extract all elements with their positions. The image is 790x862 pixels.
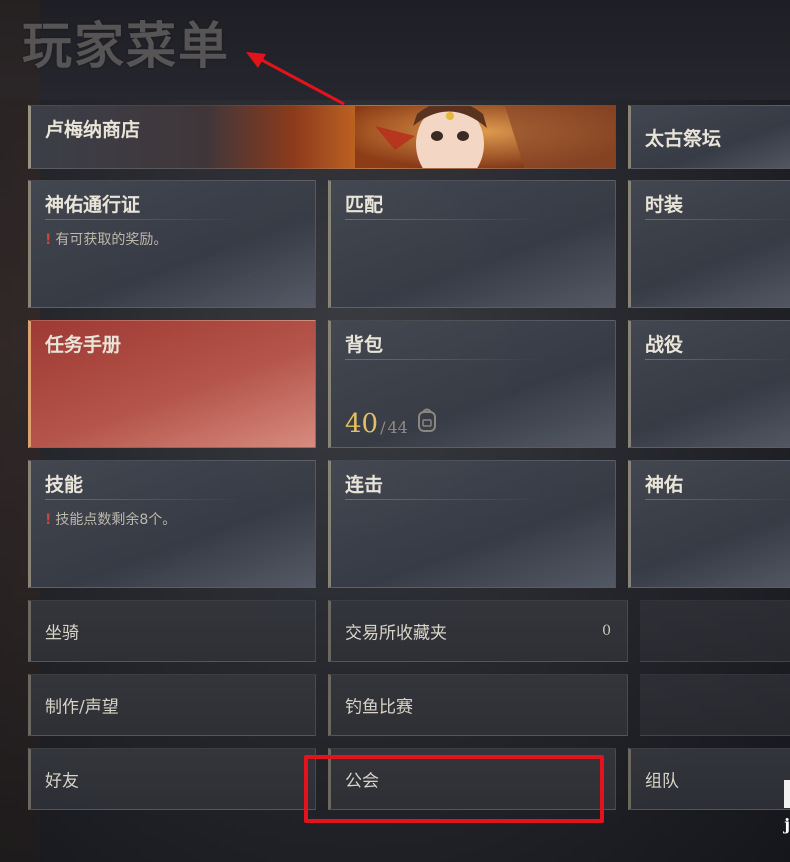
fashion-label: 时装 xyxy=(645,194,684,216)
alert-icon: ! xyxy=(45,232,52,248)
mount-tile[interactable]: 坐骑 xyxy=(28,600,316,662)
campaign-label: 战役 xyxy=(645,334,684,356)
match-tile[interactable]: 匹配 xyxy=(328,180,616,308)
mount-label: 坐骑 xyxy=(45,623,79,644)
skills-tile[interactable]: 技能 ! 技能点数剩余8个。 xyxy=(28,460,316,588)
divider xyxy=(645,499,790,500)
divider xyxy=(45,499,245,500)
bag-separator: / xyxy=(380,418,386,437)
bag-tile[interactable]: 背包 40 / 44 xyxy=(328,320,616,448)
divider xyxy=(345,499,545,500)
edge-text: j xyxy=(784,815,790,834)
lumina-shop-tile[interactable]: 卢梅纳商店 xyxy=(28,105,616,169)
match-label: 匹配 xyxy=(345,194,384,216)
backpack-icon xyxy=(416,407,438,437)
craft-reputation-label: 制作/声望 xyxy=(45,697,119,718)
blessing-label: 神佑 xyxy=(645,474,684,496)
shop-banner-art xyxy=(355,106,615,168)
alert-icon: ! xyxy=(45,512,52,528)
pass-reward-note: ! 有可获取的奖励。 xyxy=(45,229,167,249)
bag-capacity: 40 / 44 xyxy=(345,407,438,437)
divider xyxy=(345,219,545,220)
divider xyxy=(45,219,245,220)
blessing-tile[interactable]: 神佑 xyxy=(628,460,790,588)
pass-note-text: 有可获取的奖励。 xyxy=(55,232,168,248)
lumina-shop-label: 卢梅纳商店 xyxy=(45,119,141,141)
empty-slot-tile xyxy=(640,600,790,662)
auction-favorites-tile[interactable]: 交易所收藏夹 0 xyxy=(328,600,628,662)
quest-book-tile[interactable]: 任务手册 xyxy=(28,320,316,448)
divider xyxy=(645,219,790,220)
skills-label: 技能 xyxy=(45,474,84,496)
quest-book-label: 任务手册 xyxy=(45,334,122,356)
fishing-contest-label: 钓鱼比赛 xyxy=(345,697,413,718)
friends-tile[interactable]: 好友 xyxy=(28,748,316,810)
empty-slot-tile xyxy=(640,674,790,736)
campaign-tile[interactable]: 战役 xyxy=(628,320,790,448)
skills-note-text: 技能点数剩余8个。 xyxy=(55,512,177,528)
party-tile[interactable]: 组队 xyxy=(628,748,790,810)
blessing-pass-tile[interactable]: 神佑通行证 ! 有可获取的奖励。 xyxy=(28,180,316,308)
skill-points-note: ! 技能点数剩余8个。 xyxy=(45,509,176,529)
auction-favorites-label: 交易所收藏夹 xyxy=(345,623,447,644)
bag-current-count: 40 xyxy=(345,409,379,439)
ancient-altar-tile[interactable]: 太古祭坛 xyxy=(628,105,790,169)
ancient-altar-label: 太古祭坛 xyxy=(645,128,722,150)
blessing-pass-label: 神佑通行证 xyxy=(45,194,141,216)
page-title: 玩家菜单 xyxy=(22,16,230,75)
friends-label: 好友 xyxy=(45,771,79,792)
auction-favorites-count: 0 xyxy=(602,623,611,639)
craft-reputation-tile[interactable]: 制作/声望 xyxy=(28,674,316,736)
bag-max-count: 44 xyxy=(387,418,408,437)
party-label: 组队 xyxy=(645,771,679,792)
combo-tile[interactable]: 连击 xyxy=(328,460,616,588)
fishing-contest-tile[interactable]: 钓鱼比赛 xyxy=(328,674,628,736)
combo-label: 连击 xyxy=(345,474,384,496)
guild-highlight-box xyxy=(304,755,604,823)
fashion-tile[interactable]: 时装 xyxy=(628,180,790,308)
edge-fragment xyxy=(784,780,790,808)
divider xyxy=(345,359,545,360)
bag-label: 背包 xyxy=(345,334,384,356)
divider xyxy=(645,359,790,360)
